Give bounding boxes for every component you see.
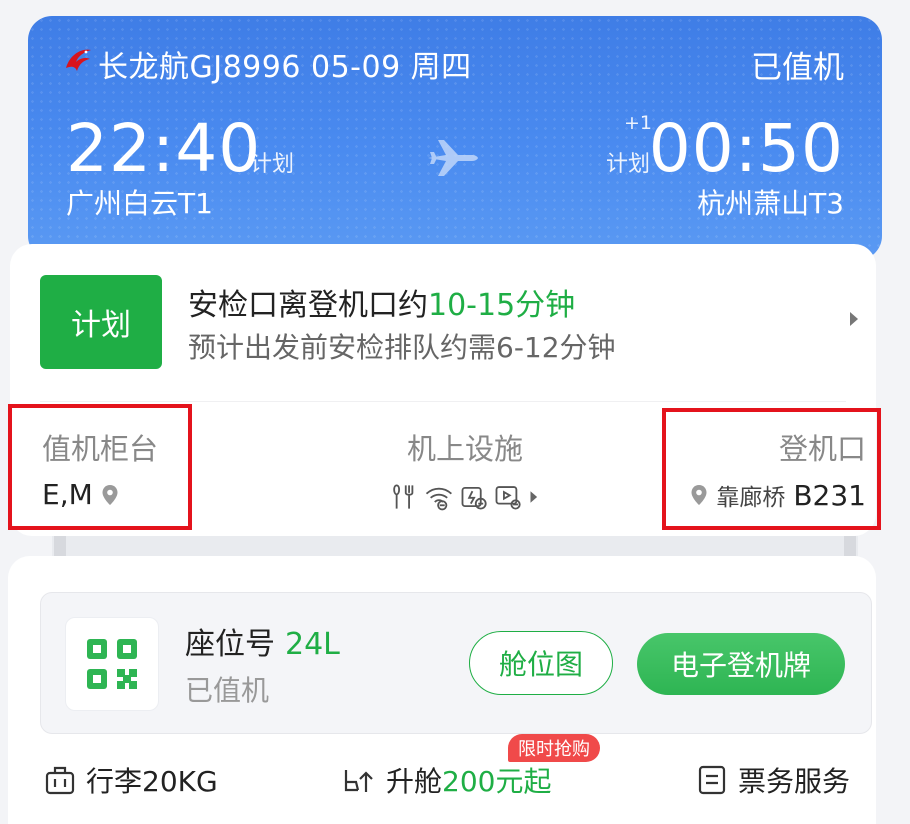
arrival-plan-label: 计划 [605, 152, 650, 177]
upgrade-price: 200元起 [442, 765, 552, 798]
wifi-icon [426, 487, 453, 511]
airplane-icon [428, 140, 478, 176]
card-separator [52, 536, 858, 556]
seat-info-box: 座位号 24L 已值机 舱位图 电子登机牌 [40, 592, 872, 734]
upgrade-seat-icon [344, 770, 373, 792]
departure-airport: 广州白云T1 [66, 187, 213, 220]
chevron-right-icon[interactable] [848, 310, 860, 328]
seat-number-title: 座位号 [185, 627, 275, 662]
highlight-boarding-gate [662, 408, 881, 530]
meal-icon [393, 484, 414, 509]
flight-header-card: 长龙航GJ8996 05-09 周四 已值机 22:40 计划 广州白云T1 +… [28, 16, 882, 260]
highlight-checkin-counter [8, 404, 192, 530]
luggage-icon [45, 766, 75, 795]
onboard-facilities[interactable]: 机上设施 [390, 426, 540, 514]
seat-status: 已值机 [185, 674, 270, 707]
promo-badge: 限时抢购 [508, 734, 600, 762]
arrival-time: 00:50 [648, 110, 844, 187]
departure-plan-label: 计划 [250, 152, 295, 177]
power-outlet-icon [461, 486, 487, 510]
ticket-service-item[interactable]: 票务服务 [696, 760, 850, 800]
seat-number-label: 座位号 24L [185, 619, 340, 663]
ticket-service-text: 票务服务 [738, 765, 851, 798]
seat-number-value: 24L [285, 627, 340, 662]
card-connector-right [844, 536, 856, 556]
arrival-airport: 杭州萧山T3 [697, 187, 844, 220]
security-distance-text[interactable]: 安检口离登机口约10-15分钟 [188, 280, 575, 324]
security-distance-duration: 10-15分钟 [428, 288, 576, 323]
baggage-item[interactable]: 行李20KG [44, 760, 218, 800]
security-distance-prefix: 安检口离登机口约 [188, 288, 428, 323]
flight-title: 长龙航GJ8996 05-09 周四 [98, 50, 472, 85]
document-icon [698, 765, 726, 795]
qr-code-tile[interactable] [65, 617, 159, 711]
plan-badge: 计划 [40, 275, 162, 369]
security-queue-text: 预计出发前安检排队约需6-12分钟 [188, 331, 616, 364]
departure-time: 22:40 [66, 110, 262, 187]
entertainment-screen-icon [495, 486, 521, 510]
airline-logo-icon [66, 49, 91, 71]
arrival-day-offset: +1 [623, 112, 652, 134]
upgrade-item[interactable]: 升舱 200元起 [342, 760, 551, 800]
flight-status: 已值机 [751, 50, 844, 86]
qr-code-icon [87, 639, 137, 689]
boarding-pass-button[interactable]: 电子登机牌 [637, 633, 845, 695]
card-connector-left [54, 536, 66, 556]
baggage-text: 行李20KG [86, 765, 218, 798]
seat-card: 座位号 24L 已值机 舱位图 电子登机牌 限时抢购 行李20KG 升舱 200元起… [8, 556, 876, 824]
divider [40, 401, 846, 402]
onboard-facilities-label: 机上设施 [406, 432, 523, 466]
chevron-right-icon [530, 491, 538, 503]
seat-map-button[interactable]: 舱位图 [469, 631, 613, 695]
upgrade-prefix: 升舱 [386, 765, 443, 798]
